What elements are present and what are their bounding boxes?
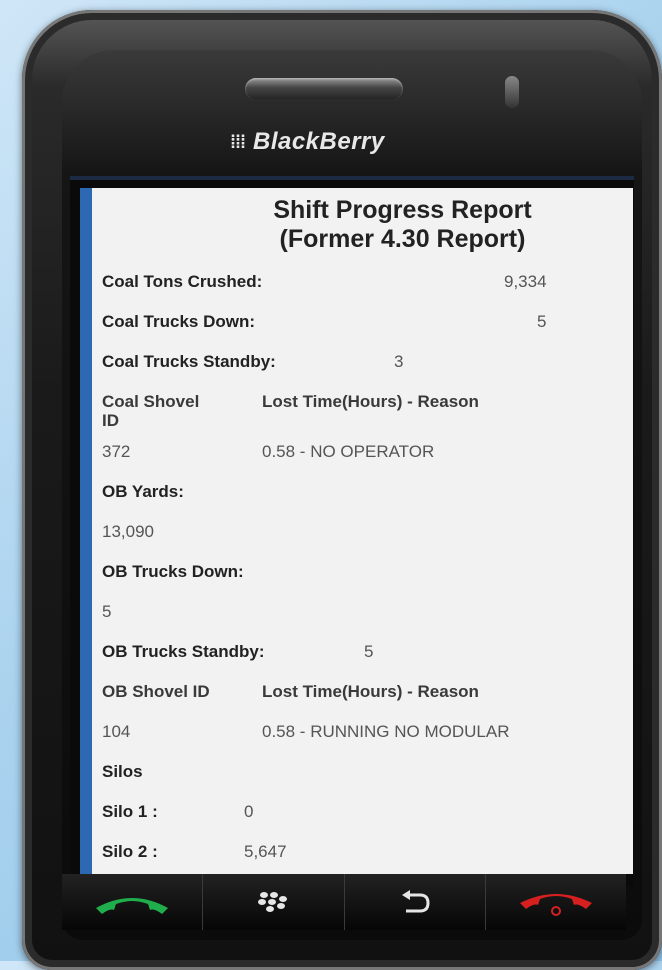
coal-tons-value: 9,334 [504,272,547,291]
ob-shovel-id-header: OB Shovel ID [102,682,210,701]
report-screen[interactable]: Shift Progress Report (Former 4.30 Repor… [80,188,633,874]
title-line-2: (Former 4.30 Report) [279,225,526,253]
coal-table-row: 372 0.58 - NO OPERATOR [102,442,633,482]
back-arrow-icon [401,890,430,913]
menu-key[interactable] [203,874,345,930]
coal-tons-row: Coal Tons Crushed: 9,334 [102,272,633,312]
coal-lost-time-header: Lost Time(Hours) - Reason [262,392,479,411]
ob-lost-time-header: Lost Time(Hours) - Reason [262,682,479,701]
coal-lost-time-reason: 0.58 - NO OPERATOR [262,442,435,461]
silo-1-row: Silo 1 : 0 [102,802,633,842]
coal-table-header: Coal Shovel ID Lost Time(Hours) - Reason [102,392,633,442]
coal-shovel-id-header: Coal Shovel ID [102,392,200,430]
silo-2-value: 5,647 [244,842,287,861]
ob-trucks-down-label-row: OB Trucks Down: [102,562,633,602]
call-key[interactable] [62,874,204,930]
ob-yards-label-row: OB Yards: [102,482,633,522]
ob-trucks-standby-value: 5 [364,642,374,661]
device-navigation-keys [62,874,626,930]
ob-trucks-down-value-row: 5 [102,602,633,642]
ob-table-header: OB Shovel ID Lost Time(Hours) - Reason [102,682,633,722]
silo-1-value: 0 [244,802,254,821]
red-phone-icon [519,894,592,916]
ob-shovel-id: 104 [102,722,131,741]
back-key[interactable] [345,874,486,930]
coal-trucks-down-label: Coal Trucks Down: [102,312,256,331]
silo-1-label: Silo 1 : [102,802,158,821]
blackberry-logo-icon: ⁞⁞⁞ [230,131,246,152]
coal-trucks-standby-label: Coal Trucks Standby: [102,352,276,371]
green-phone-icon [96,898,169,914]
ob-yards-value-row: 13,090 [102,522,633,562]
earpiece-speaker [245,78,403,100]
brand-name: BlackBerry [252,128,385,155]
end-key[interactable] [486,874,626,930]
ob-trucks-down-label: OB Trucks Down: [102,562,244,581]
ob-yards-value: 13,090 [102,522,154,541]
silos-heading-row: Silos [102,762,633,802]
silo-2-label: Silo 2 : [102,842,158,861]
brand-logo: ⁞⁞⁞ BlackBerry [230,122,450,162]
ob-table-row: 104 0.58 - RUNNING NO MODULAR [102,722,633,762]
silos-heading: Silos [102,762,143,781]
ob-lost-time-reason: 0.58 - RUNNING NO MODULAR [262,722,510,741]
coal-tons-label: Coal Tons Crushed: [102,272,263,291]
ob-yards-label: OB Yards: [102,482,184,501]
coal-trucks-standby-value: 3 [394,352,404,371]
coal-trucks-standby-row: Coal Trucks Standby: 3 [102,352,633,392]
silo-2-row: Silo 2 : 5,647 [102,842,633,874]
ob-trucks-standby-label: OB Trucks Standby: [102,642,265,661]
coal-trucks-down-value: 5 [537,312,547,331]
coal-trucks-down-row: Coal Trucks Down: 5 [102,312,633,352]
ob-trucks-down-value: 5 [102,602,112,621]
title-line-1: Shift Progress Report [273,196,532,224]
blackberry-menu-icon [258,892,288,912]
ob-trucks-standby-row: OB Trucks Standby: 5 [102,642,633,682]
coal-shovel-id: 372 [102,442,131,461]
page-title: Shift Progress Report (Former 4.30 Repor… [102,196,633,254]
notification-led [505,76,519,108]
